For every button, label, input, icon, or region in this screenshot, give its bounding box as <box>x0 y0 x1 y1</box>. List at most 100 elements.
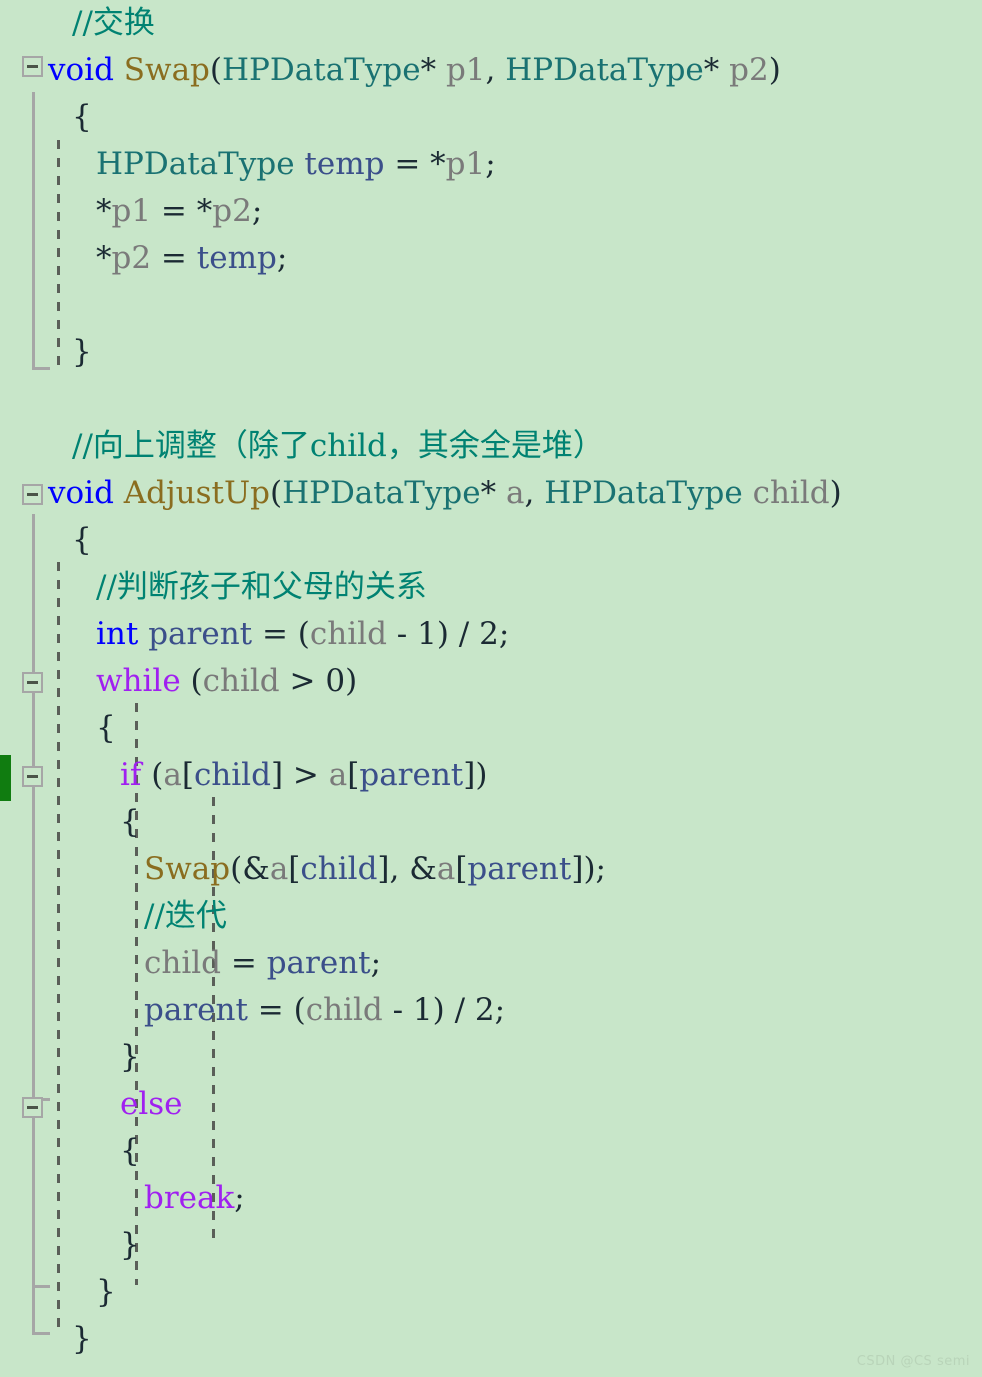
code-token: p1 <box>445 52 486 88</box>
code-line[interactable]: while (child > 0) <box>0 658 982 705</box>
code-token: //迭代 <box>144 898 227 934</box>
code-token: [ <box>181 757 194 793</box>
code-line[interactable]: break; <box>0 1175 982 1222</box>
code-token: ] <box>270 757 284 793</box>
code-line[interactable]: parent = (child - 1) / 2; <box>0 987 982 1034</box>
code-token: ; <box>370 945 382 981</box>
code-line[interactable]: if (a[child] > a[parent]) <box>0 752 982 799</box>
code-line[interactable]: { <box>0 517 982 564</box>
code-line[interactable]: //判断孩子和父母的关系 <box>0 564 982 611</box>
code-token: child <box>305 992 383 1028</box>
code-token: a <box>163 757 182 793</box>
code-token: } <box>96 1274 116 1310</box>
code-line[interactable]: *p2 = temp; <box>0 235 982 282</box>
code-token: * <box>420 52 437 88</box>
fold-toggle-swap[interactable] <box>22 56 43 77</box>
code-token: } <box>72 334 92 370</box>
code-line[interactable]: //交换 <box>0 0 982 47</box>
code-token: ) / <box>432 992 475 1028</box>
code-line[interactable]: //迭代 <box>0 893 982 940</box>
code-line[interactable]: } <box>0 329 982 376</box>
code-editor-canvas: //交换 void Swap(HPDataType* p1, HPDataType… <box>0 0 982 1377</box>
code-line[interactable]: } <box>0 1269 982 1316</box>
code-token: = <box>221 945 267 981</box>
code-token: void <box>48 52 114 88</box>
code-line[interactable]: *p1 = *p2; <box>0 188 982 235</box>
code-token: [ <box>288 851 301 887</box>
code-token: parent <box>359 757 464 793</box>
code-token: break <box>144 1180 235 1216</box>
code-token: a <box>328 757 348 793</box>
code-token: int <box>96 616 139 652</box>
code-token: 2 <box>479 616 499 652</box>
code-token: ; <box>485 146 496 182</box>
code-line[interactable]: child = parent; <box>0 940 982 987</box>
fold-toggle-while[interactable] <box>22 672 43 693</box>
code-line[interactable]: } <box>0 1222 982 1269</box>
code-token: Swap <box>144 851 231 887</box>
code-line[interactable] <box>0 376 982 423</box>
code-line[interactable]: void AdjustUp(HPDataType* a, HPDataType … <box>0 470 982 517</box>
code-token: * <box>96 240 112 276</box>
code-token: parent <box>467 851 572 887</box>
code-token: temp <box>196 240 277 276</box>
code-token: HPDataType <box>96 146 295 182</box>
fold-toggle-if[interactable] <box>22 766 43 787</box>
code-token: - <box>382 992 413 1028</box>
code-token: ( <box>209 52 223 88</box>
code-token: AdjustUp <box>123 475 270 511</box>
code-token: p1 <box>111 193 152 229</box>
code-line[interactable] <box>0 282 982 329</box>
code-token: (& <box>230 851 270 887</box>
code-line[interactable]: { <box>0 1128 982 1175</box>
code-token: { <box>72 522 92 558</box>
code-token: ; <box>276 240 288 276</box>
code-line[interactable]: } <box>0 1034 982 1081</box>
code-token: p1 <box>445 146 486 182</box>
code-token: parent <box>266 945 371 981</box>
code-token: p2 <box>111 240 152 276</box>
code-token: } <box>120 1227 140 1263</box>
code-line[interactable]: { <box>0 705 982 752</box>
code-token: ]) <box>463 757 488 793</box>
code-token: child <box>309 616 387 652</box>
fold-toggle-adjustup[interactable] <box>22 484 43 505</box>
code-token: ) / <box>436 616 480 652</box>
code-token: 0 <box>325 663 346 699</box>
fold-toggle-else[interactable] <box>22 1097 43 1118</box>
code-line[interactable]: //向上调整（除了child，其余全是堆） <box>0 423 982 470</box>
code-token: * <box>480 475 497 511</box>
code-token: , <box>485 52 506 88</box>
code-token: 1 <box>417 616 437 652</box>
code-token: * <box>703 52 720 88</box>
code-token: a <box>505 475 525 511</box>
watermark-label: CSDN @CS semi <box>856 1354 970 1369</box>
code-line[interactable]: int parent = (child - 1) / 2; <box>0 611 982 658</box>
code-token: = <box>151 193 197 229</box>
code-line[interactable]: else <box>0 1081 982 1128</box>
code-token: //判断孩子和父母的关系 <box>96 569 427 605</box>
code-token: ( <box>180 663 203 699</box>
code-token: } <box>120 1039 140 1075</box>
code-token: parent <box>144 992 248 1028</box>
code-line[interactable]: HPDataType temp = *p1; <box>0 141 982 188</box>
code-line[interactable]: void Swap(HPDataType* p1, HPDataType* p2… <box>0 47 982 94</box>
code-token: 1 <box>412 992 433 1028</box>
code-token: ; <box>234 1180 245 1216</box>
code-token: child <box>144 945 222 981</box>
code-token: ; <box>498 616 510 652</box>
code-line[interactable]: } <box>0 1316 982 1363</box>
code-token: * <box>96 193 112 229</box>
code-line[interactable]: Swap(&a[child], &a[parent]); <box>0 846 982 893</box>
code-line[interactable]: { <box>0 799 982 846</box>
code-line[interactable]: { <box>0 94 982 141</box>
code-token: temp <box>304 146 385 182</box>
code-token: //交换 <box>72 5 155 41</box>
code-token: * <box>196 193 213 229</box>
